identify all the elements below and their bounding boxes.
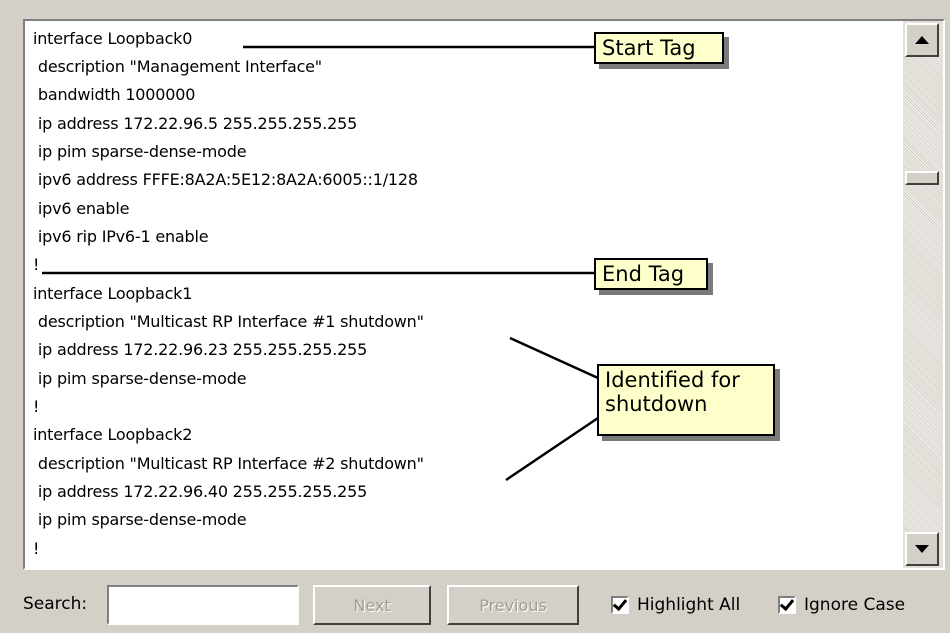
end-tag-callout: End Tag: [594, 258, 708, 290]
code-line: ip address 172.22.96.40 255.255.255.255: [33, 482, 368, 501]
code-line: ip pim sparse-dense-mode: [33, 142, 247, 161]
search-input[interactable]: [107, 585, 299, 625]
checkmark-icon: [612, 595, 628, 612]
code-line: ip address 172.22.96.23 255.255.255.255: [33, 340, 368, 359]
shutdown-callout: Identified for shutdown: [597, 364, 775, 436]
shutdown-callout-line1: Identified for: [605, 368, 740, 392]
checkmark-icon: [779, 595, 795, 612]
code-line: interface Loopback0: [33, 29, 193, 48]
code-line: interface Loopback2: [33, 425, 193, 444]
code-line: description "Management Interface": [33, 57, 322, 76]
code-line: ipv6 enable: [33, 199, 130, 218]
config-viewer: interface Loopback0 description "Managem…: [23, 19, 945, 570]
code-line: bandwidth 1000000: [33, 85, 196, 104]
highlight-all-checkbox[interactable]: Highlight All: [611, 595, 740, 615]
scroll-down-button[interactable]: [905, 532, 939, 566]
vertical-scrollbar[interactable]: [903, 21, 943, 568]
code-line: !: [33, 539, 40, 558]
code-line: !: [33, 397, 40, 416]
highlight-all-label: Highlight All: [637, 595, 741, 615]
start-tag-callout: Start Tag: [594, 32, 724, 64]
scroll-up-arrow-icon: [915, 36, 929, 44]
code-line: description "Multicast RP Interface #2 s…: [33, 454, 424, 473]
code-line: !: [33, 255, 40, 274]
code-line: ip pim sparse-dense-mode: [33, 510, 247, 529]
previous-button[interactable]: Previous: [447, 585, 579, 625]
next-button[interactable]: Next: [313, 585, 431, 625]
code-line: ip address 172.22.96.5 255.255.255.255: [33, 114, 358, 133]
code-line: description "Multicast RP Interface #1 s…: [33, 312, 424, 331]
ignore-case-checkbox[interactable]: Ignore Case: [778, 595, 905, 615]
highlight-all-checkbox-box[interactable]: [611, 595, 629, 614]
code-line: ipv6 rip IPv6-1 enable: [33, 227, 209, 246]
code-line: ipv6 address FFFE:8A2A:5E12:8A2A:6005::1…: [33, 170, 418, 189]
code-line: interface Loopback1: [33, 284, 193, 303]
search-label: Search:: [23, 594, 88, 614]
ignore-case-label: Ignore Case: [804, 595, 906, 615]
config-text-area[interactable]: interface Loopback0 description "Managem…: [25, 21, 903, 568]
shutdown-callout-line2: shutdown: [605, 392, 708, 416]
scroll-down-arrow-icon: [915, 545, 929, 553]
ignore-case-checkbox-box[interactable]: [778, 595, 796, 614]
scroll-up-button[interactable]: [905, 23, 939, 57]
scrollbar-thumb[interactable]: [905, 171, 939, 185]
code-line: ip pim sparse-dense-mode: [33, 369, 247, 388]
